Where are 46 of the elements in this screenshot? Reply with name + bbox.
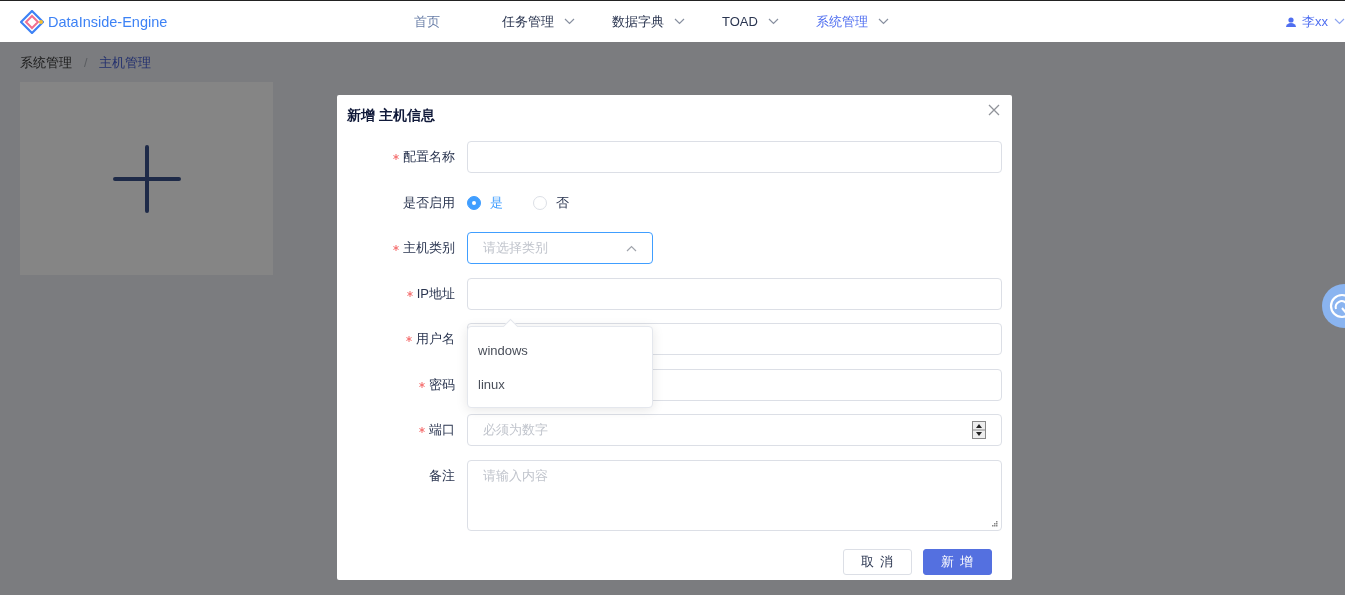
- nav-item[interactable]: 系统管理: [815, 12, 889, 31]
- required-icon: [393, 154, 399, 160]
- breadcrumb-separator: /: [84, 56, 88, 70]
- dropdown-option[interactable]: linux: [468, 367, 652, 401]
- field-label: 是否启用: [403, 193, 455, 212]
- chevron-down-icon: [767, 18, 779, 25]
- resize-handle-icon[interactable]: [991, 519, 998, 527]
- input-field[interactable]: [467, 277, 1002, 310]
- dialog-title: 新增 主机信息: [347, 107, 435, 125]
- field-label: 端口: [429, 421, 455, 439]
- nav-item[interactable]: 数据字典: [612, 12, 685, 31]
- chevron-down-icon: [564, 18, 575, 25]
- field-label: 用户名: [416, 330, 455, 348]
- radio-option[interactable]: 否: [533, 193, 569, 212]
- radio-option[interactable]: 是: [467, 193, 503, 212]
- field-label: 备注: [429, 466, 455, 485]
- spinner-icon[interactable]: [972, 421, 986, 439]
- input-field[interactable]: [467, 141, 1002, 173]
- field-label: 配置名称: [403, 148, 455, 166]
- chevron-down-icon: [1334, 18, 1345, 25]
- nav-item[interactable]: TOAD: [722, 12, 779, 31]
- breadcrumb-item[interactable]: 系统管理: [20, 54, 72, 72]
- dropdown-option[interactable]: windows: [468, 333, 652, 367]
- app-title: DataInside-Engine: [48, 13, 168, 30]
- chevron-down-icon: [674, 18, 685, 25]
- add-card[interactable]: [20, 82, 273, 275]
- close-icon[interactable]: [988, 104, 1000, 116]
- user-icon: [1286, 16, 1296, 27]
- required-icon: [419, 427, 425, 433]
- chevron-down-icon: [877, 18, 889, 25]
- field-label: IP地址: [416, 284, 455, 303]
- field-label: 密码: [429, 375, 455, 394]
- user-menu[interactable]: 李xx: [1286, 12, 1345, 31]
- plus-icon: [112, 144, 181, 213]
- required-icon: [406, 336, 412, 342]
- nav-item[interactable]: 首页: [414, 12, 440, 31]
- field-label: 主机类别: [403, 239, 455, 257]
- required-icon: [406, 290, 413, 297]
- cancel-button[interactable]: 取 消: [843, 549, 912, 575]
- chevron-up-icon: [626, 244, 637, 252]
- required-icon: [393, 245, 399, 251]
- required-icon: [419, 381, 425, 388]
- breadcrumb-item[interactable]: 主机管理: [99, 54, 152, 72]
- submit-button[interactable]: 新 增: [923, 549, 992, 575]
- logo-icon: [20, 9, 44, 34]
- nav-item[interactable]: 任务管理: [502, 12, 575, 31]
